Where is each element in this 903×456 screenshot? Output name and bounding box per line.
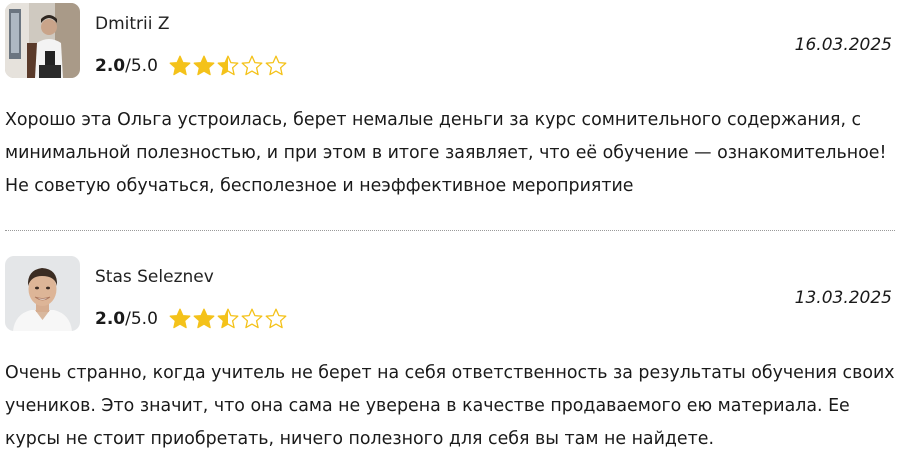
rating-score: 2.0 (95, 56, 126, 76)
star-rating (168, 307, 288, 331)
star-empty-icon (264, 54, 288, 78)
rating: 2.0 /5.0 (95, 306, 288, 332)
star-rating (168, 54, 288, 78)
star-filled-icon (192, 307, 216, 331)
rating-score: 2.0 (95, 309, 126, 329)
star-half-icon (216, 307, 240, 331)
review-text: Очень странно, когда учитель не берет на… (5, 363, 895, 449)
avatar (5, 3, 80, 78)
star-empty-icon (264, 307, 288, 331)
review-text: Хорошо эта Ольга устроилась, берет немал… (5, 110, 887, 196)
star-filled-icon (168, 54, 192, 78)
star-empty-icon (240, 54, 264, 78)
review-date: 13.03.2025 (794, 288, 892, 308)
review-card: Stas Seleznev 2.0 /5.0 13.03.2025 Очень … (0, 253, 903, 449)
review-card: Dmitrii Z 2.0 /5.0 16.03.2025 Хорошо эта… (0, 0, 903, 230)
rating-max: /5.0 (125, 309, 158, 329)
rating-max: /5.0 (125, 56, 158, 76)
star-filled-icon (168, 307, 192, 331)
author-name[interactable]: Dmitrii Z (95, 14, 170, 34)
rating: 2.0 /5.0 (95, 53, 288, 79)
avatar (5, 256, 80, 331)
star-filled-icon (192, 54, 216, 78)
star-empty-icon (240, 307, 264, 331)
star-half-icon (216, 54, 240, 78)
review-date: 16.03.2025 (794, 35, 892, 55)
divider (5, 230, 895, 231)
author-name[interactable]: Stas Seleznev (95, 267, 214, 287)
